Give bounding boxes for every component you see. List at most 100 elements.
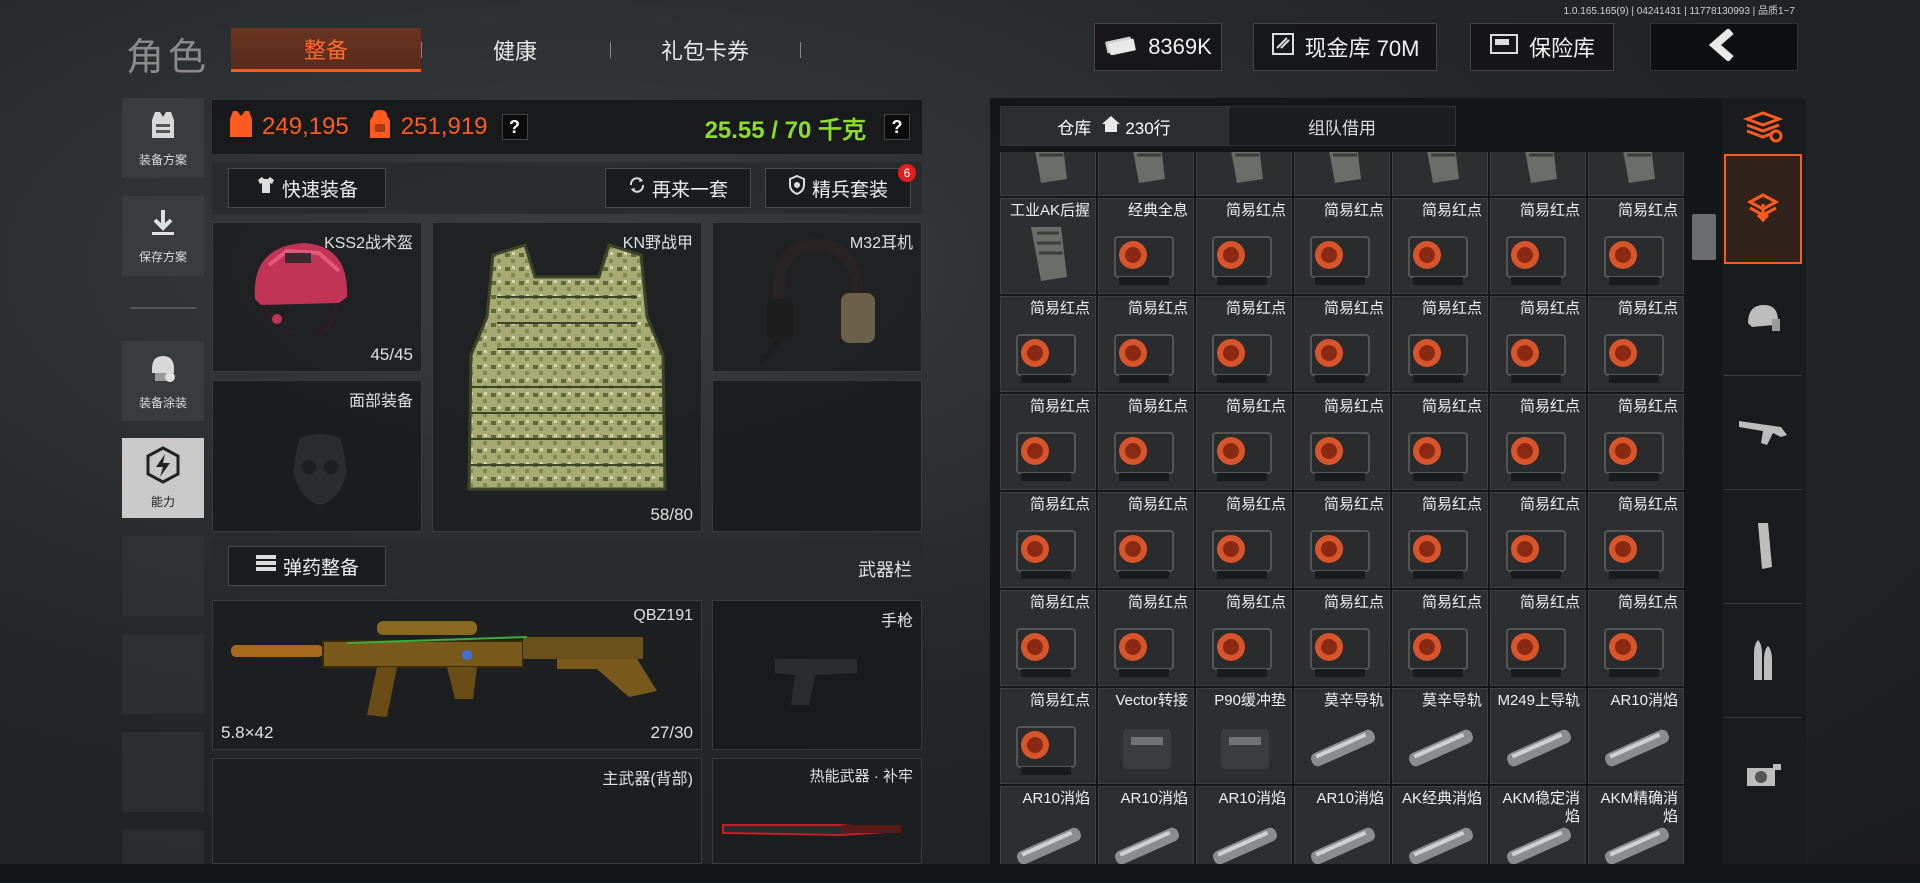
inventory-cell[interactable]: 简易红点: [1294, 296, 1390, 392]
cash-vault-label: 现金库 70M: [1304, 36, 1420, 61]
inventory-cell[interactable]: AK经典消焰: [1392, 786, 1488, 872]
inventory-cell[interactable]: 简易红点: [1588, 394, 1684, 490]
save-plan-button[interactable]: 保存方案: [122, 196, 204, 276]
item-image: [1031, 227, 1067, 281]
inventory-cell[interactable]: [1098, 152, 1194, 196]
inventory-cell[interactable]: Vector转接: [1098, 688, 1194, 784]
inventory-cell[interactable]: 简易红点: [1098, 394, 1194, 490]
category-helmet[interactable]: [1724, 266, 1802, 376]
inventory-cell[interactable]: 简易红点: [1196, 492, 1292, 588]
ability-button[interactable]: 能力: [122, 438, 204, 518]
inventory-cell[interactable]: [1294, 152, 1390, 196]
weight-help-button[interactable]: ?: [884, 114, 910, 140]
inventory-cell[interactable]: 简易红点: [1196, 296, 1292, 392]
inventory-cell[interactable]: 简易红点: [1392, 296, 1488, 392]
inventory-cell[interactable]: 简易红点: [1392, 198, 1488, 294]
inventory-cell[interactable]: 简易红点: [1000, 394, 1096, 490]
inventory-cell[interactable]: 握: [1588, 152, 1684, 196]
inventory-cell[interactable]: 简易红点: [1588, 198, 1684, 294]
cash-vault-button[interactable]: 现金库 70M: [1253, 23, 1437, 71]
inventory-item-label: 简易红点: [1127, 300, 1188, 317]
inventory-cell[interactable]: 简易红点: [1098, 590, 1194, 686]
inventory-cell[interactable]: 简易红点: [1490, 296, 1586, 392]
inventory-cell[interactable]: AKM精确消焰: [1588, 786, 1684, 872]
inventory-cell[interactable]: 莫辛导轨: [1294, 688, 1390, 784]
equip-plan-button[interactable]: 装备方案: [122, 98, 204, 178]
inventory-cell[interactable]: 莫辛导轨: [1392, 688, 1488, 784]
inventory-cell[interactable]: 简易红点: [1294, 394, 1390, 490]
equip-skin-button[interactable]: 装备涂装: [122, 341, 204, 421]
armor-slot[interactable]: KN野战甲 58/80: [432, 222, 702, 532]
value-help-button[interactable]: ?: [501, 114, 528, 140]
inventory-cell[interactable]: 简易红点: [1098, 296, 1194, 392]
headset-slot[interactable]: M32耳机: [712, 222, 922, 372]
inventory-cell[interactable]: [1000, 152, 1096, 196]
inventory-cell[interactable]: 简易红点: [1294, 492, 1390, 588]
inventory-cell[interactable]: AR10消焰: [1588, 688, 1684, 784]
inventory-item-label: 简易红点: [1519, 300, 1580, 317]
pistol-slot[interactable]: 手枪: [712, 600, 922, 750]
inventory-cell[interactable]: 简易红点: [1392, 590, 1488, 686]
inventory-cell[interactable]: 简易红点: [1588, 492, 1684, 588]
category-ammo[interactable]: [1724, 608, 1802, 718]
inventory-cell[interactable]: AR10消焰: [1000, 786, 1096, 872]
inventory-cell[interactable]: AR10消焰: [1294, 786, 1390, 872]
inventory-cell[interactable]: 简易红点: [1588, 590, 1684, 686]
inventory-cell[interactable]: 经典全息: [1098, 198, 1194, 294]
face-slot[interactable]: 面部装备: [212, 380, 422, 532]
inventory-cell[interactable]: 简易红点: [1490, 492, 1586, 588]
ammo-prep-button[interactable]: 弹药整备: [228, 546, 386, 586]
inventory-cell[interactable]: 简易红点: [1196, 198, 1292, 294]
tab-health[interactable]: 健康: [420, 28, 610, 72]
inventory-cell[interactable]: 简易红点: [1000, 492, 1096, 588]
money-display[interactable]: 8369K: [1094, 23, 1222, 71]
inventory-cell[interactable]: 简易红点: [1098, 492, 1194, 588]
inventory-cell[interactable]: 简易红点: [1196, 590, 1292, 686]
inventory-cell[interactable]: 简易红点: [1588, 296, 1684, 392]
tab-team-borrow[interactable]: 组队借用: [1228, 106, 1456, 146]
inventory-cell[interactable]: 简易红点: [1294, 198, 1390, 294]
category-magazine[interactable]: [1724, 494, 1802, 604]
item-image: [1604, 530, 1664, 579]
category-sight[interactable]: [1724, 722, 1802, 832]
inventory-cell[interactable]: 握: [1490, 152, 1586, 196]
inventory-cell[interactable]: 简易红点: [1490, 198, 1586, 294]
inventory-scrollbar[interactable]: [1692, 214, 1716, 260]
inventory-cell[interactable]: 简易红点: [1392, 394, 1488, 490]
melee-slot[interactable]: 热能武器 · 补牢: [712, 758, 922, 864]
tab-equip[interactable]: 整备: [231, 28, 421, 72]
primary-weapon-slot[interactable]: QBZ191 5.8×42 27/30: [212, 600, 702, 750]
inventory-cell[interactable]: AR10消焰: [1196, 786, 1292, 872]
inventory-cell[interactable]: 简易红点: [1000, 688, 1096, 784]
quick-equip-button[interactable]: 快速装备: [228, 168, 386, 208]
inventory-cell[interactable]: AR10消焰: [1098, 786, 1194, 872]
safe-button[interactable]: 保险库: [1470, 23, 1614, 71]
category-rifle[interactable]: [1724, 380, 1802, 490]
inventory-cell[interactable]: 简易红点: [1196, 394, 1292, 490]
inventory-cell[interactable]: 工业AK后握: [1000, 198, 1096, 294]
inventory-cell[interactable]: 简易红点: [1490, 590, 1586, 686]
inventory-cell[interactable]: 简易红点: [1490, 394, 1586, 490]
inventory-cell[interactable]: M249上导轨: [1490, 688, 1586, 784]
back-weapon-slot[interactable]: 主武器(背部): [212, 758, 702, 864]
item-image: [1213, 827, 1277, 865]
empty-gear-slot[interactable]: [712, 380, 922, 532]
sidebar-empty-slot: [122, 634, 204, 714]
inventory-cell[interactable]: [1196, 152, 1292, 196]
inventory-cell[interactable]: 简易红点: [1000, 296, 1096, 392]
inventory-cell[interactable]: 简易红点: [1000, 590, 1096, 686]
item-image: [1231, 152, 1263, 183]
sort-button[interactable]: [1724, 100, 1802, 158]
inventory-cell[interactable]: AKM稳定消焰: [1490, 786, 1586, 872]
back-button[interactable]: [1650, 23, 1798, 71]
elite-set-button[interactable]: 精兵套装: [765, 168, 911, 208]
tab-storage[interactable]: 仓库 230行: [1000, 106, 1228, 146]
tab-gift-cards[interactable]: 礼包卡券: [610, 28, 800, 72]
inventory-cell[interactable]: 简易红点: [1392, 492, 1488, 588]
inventory-cell[interactable]: P90缓冲垫: [1196, 688, 1292, 784]
equip-again-button[interactable]: 再来一套: [605, 168, 751, 208]
inventory-cell[interactable]: 简易红点: [1294, 590, 1390, 686]
helmet-slot[interactable]: KSS2战术盔 45/45: [212, 222, 422, 372]
inventory-cell[interactable]: [1392, 152, 1488, 196]
category-storage-in[interactable]: [1724, 154, 1802, 264]
